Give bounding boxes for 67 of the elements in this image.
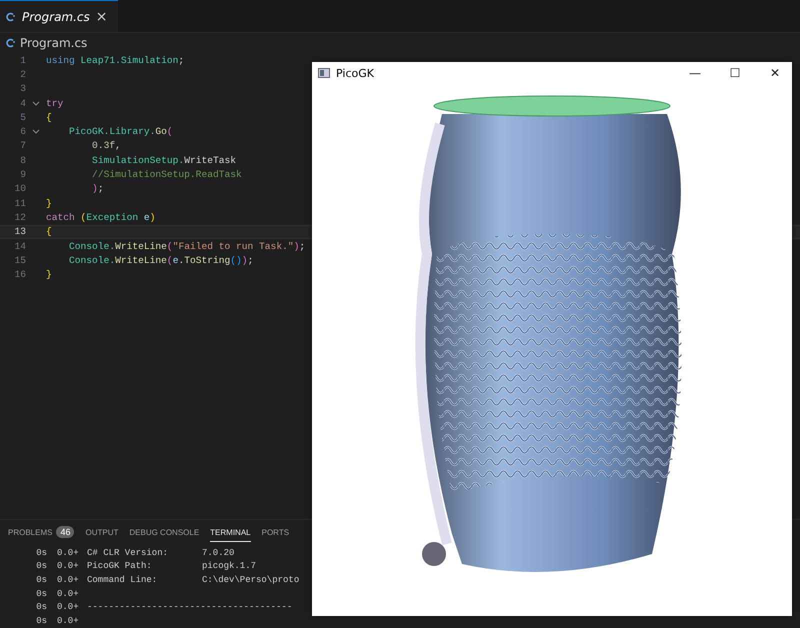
- terminal-text: 0.0+: [57, 561, 80, 572]
- terminal-text: 0s: [35, 561, 48, 572]
- code-text: {: [46, 226, 52, 238]
- line-number: 10: [13, 183, 26, 194]
- editor-tab[interactable]: Program.cs ×: [0, 0, 118, 32]
- terminal-text: 0s: [35, 602, 48, 612]
- panel-tab[interactable]: OUTPUT: [85, 526, 118, 542]
- window-title: PicoGK: [336, 66, 375, 80]
- terminal-text: Command Line:: [87, 574, 158, 585]
- line-number: 4: [19, 98, 26, 109]
- code-text: PicoGK.Library.Go(: [68, 126, 173, 138]
- terminal-text: 0.0+: [57, 588, 80, 599]
- terminal-text: 0s: [35, 616, 48, 626]
- code-text: }: [46, 269, 52, 280]
- window-control-button[interactable]: ✕: [758, 66, 792, 80]
- terminal-text: 0.0+: [57, 548, 80, 558]
- line-number: 1: [19, 54, 26, 66]
- code-text: 0.3f,: [91, 140, 121, 152]
- line-number: 3: [19, 83, 26, 94]
- code-text: );: [91, 183, 104, 194]
- terminal-text: PicoGK Path:: [87, 561, 153, 572]
- terminal-text: 0.0+: [57, 574, 80, 585]
- code-text: Console.WriteLine("Failed to run Task.");: [68, 240, 306, 252]
- count-badge: 46: [56, 526, 74, 538]
- code-text: //SimulationSetup.ReadTask: [91, 169, 242, 180]
- line-number: 8: [19, 154, 26, 166]
- line-number: 15: [13, 254, 26, 266]
- panel-tab[interactable]: PORTS: [262, 526, 290, 542]
- line-number: 7: [19, 140, 26, 152]
- line-number: 13: [13, 226, 26, 238]
- terminal-text: 0s: [35, 588, 48, 599]
- line-number: 16: [13, 269, 26, 280]
- panel-tab[interactable]: TERMINAL: [210, 526, 251, 542]
- line-number: 11: [13, 198, 26, 209]
- line-number: 6: [19, 126, 26, 138]
- terminal-text: picogk.1.7: [202, 561, 256, 572]
- code-text: {: [46, 112, 52, 123]
- code-text: Console.WriteLine(e.ToString());: [68, 254, 254, 266]
- csharp-file-icon: [6, 38, 16, 48]
- code-text: catch (Exception e): [46, 212, 156, 223]
- line-number: 14: [13, 240, 26, 252]
- terminal-text: 0.0+: [57, 602, 80, 612]
- panel-tab[interactable]: PROBLEMS 46: [8, 526, 74, 542]
- terminal-text: --------------------------------------: [87, 602, 292, 612]
- terminal-text: 0s: [35, 574, 48, 585]
- terminal-text: C:\dev\Perso\proto: [202, 574, 300, 585]
- line-number: 5: [19, 112, 26, 123]
- code-text: }: [46, 198, 52, 209]
- window-control-button[interactable]: —: [678, 66, 712, 80]
- line-number: 12: [13, 212, 26, 223]
- terminal-text: 0.0+: [57, 616, 80, 626]
- window-control-button[interactable]: ☐: [718, 66, 752, 80]
- breadcrumb[interactable]: Program.cs: [20, 36, 88, 50]
- code-text: try: [46, 98, 64, 109]
- app-icon: [318, 68, 330, 78]
- terminal-text: 7.0.20: [202, 548, 234, 558]
- panel-tab[interactable]: DEBUG CONSOLE: [129, 526, 200, 542]
- csharp-file-icon: [6, 12, 16, 22]
- fold-chevron-icon[interactable]: [32, 129, 40, 134]
- terminal-text: 0s: [35, 548, 48, 558]
- code-text: SimulationSetup.WriteTask: [91, 154, 236, 166]
- close-icon[interactable]: ×: [96, 8, 108, 24]
- line-number: 2: [19, 68, 26, 80]
- code-text: using Leap71.Simulation;: [46, 54, 184, 66]
- fold-chevron-icon[interactable]: [32, 100, 40, 106]
- terminal-text: C# CLR Version:: [87, 548, 170, 558]
- line-number: 9: [19, 169, 26, 180]
